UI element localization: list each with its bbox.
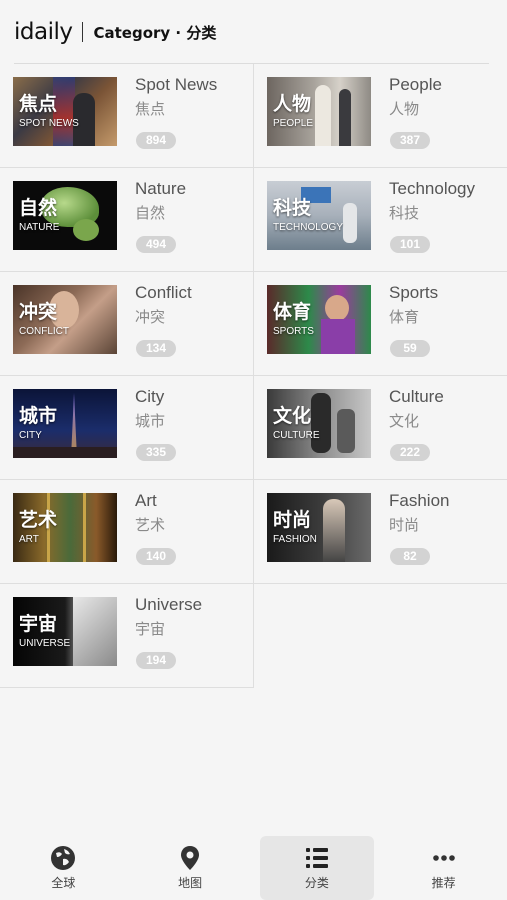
tab-label: 分类: [304, 876, 329, 890]
thumbnail-cn-label: 宇宙: [19, 613, 58, 635]
category-name-en: Fashion: [389, 491, 450, 510]
more-icon: [432, 855, 455, 861]
category-name-cn: 冲突: [135, 308, 166, 326]
category-thumbnail: 自然 NATURE: [13, 181, 117, 250]
thumbnail-en-label: SPOT NEWS: [19, 118, 79, 129]
category-name-cn: 艺术: [135, 516, 166, 534]
count-badge: 494: [136, 236, 176, 253]
count-badge: 59: [390, 340, 430, 357]
count-badge: 894: [136, 132, 176, 149]
category-city[interactable]: 城市 CITY City 城市 335: [0, 376, 254, 480]
count-badge: 140: [136, 548, 176, 565]
thumbnail-cn-label: 时尚: [273, 509, 312, 531]
category-name-cn: 城市: [135, 412, 166, 430]
category-thumbnail: 城市 CITY: [13, 389, 117, 458]
thumbnail-en-label: ART: [19, 534, 39, 545]
category-name-cn: 人物: [389, 100, 420, 118]
count-badge: 194: [136, 652, 176, 669]
count-badge: 82: [390, 548, 430, 565]
thumbnail-cn-label: 文化: [273, 405, 312, 427]
app-logo: idaily: [14, 19, 73, 45]
category-thumbnail: 科技 TECHNOLOGY: [267, 181, 371, 250]
category-art[interactable]: 艺术 ART Art 艺术 140: [0, 480, 254, 584]
category-thumbnail: 冲突 CONFLICT: [13, 285, 117, 354]
thumbnail-cn-label: 焦点: [19, 93, 58, 115]
category-thumbnail: 文化 CULTURE: [267, 389, 371, 458]
category-name-en: Art: [135, 491, 157, 510]
category-universe[interactable]: 宇宙 UNIVERSE Universe 宇宙 194: [0, 584, 254, 688]
tab-recommend[interactable]: 推荐: [387, 836, 501, 900]
count-badge: 222: [390, 444, 430, 461]
thumbnail-cn-label: 自然: [19, 197, 58, 219]
category-spot-news[interactable]: 焦点 SPOT NEWS Spot News 焦点 894: [0, 64, 254, 168]
thumbnail-cn-label: 艺术: [19, 509, 58, 531]
thumbnail-en-label: SPORTS: [273, 326, 314, 337]
list-icon: [305, 848, 328, 868]
category-name-cn: 文化: [389, 412, 420, 430]
category-name-cn: 焦点: [135, 100, 166, 118]
thumbnail-en-label: CONFLICT: [19, 326, 69, 337]
category-thumbnail: 时尚 FASHION: [267, 493, 371, 562]
category-thumbnail: 艺术 ART: [13, 493, 117, 562]
tab-label: 推荐: [431, 876, 456, 890]
count-badge: 101: [390, 236, 430, 253]
category-name-cn: 自然: [135, 204, 166, 222]
thumbnail-cn-label: 科技: [273, 197, 312, 219]
category-name-cn: 科技: [389, 204, 420, 222]
thumbnail-en-label: UNIVERSE: [19, 638, 71, 649]
category-conflict[interactable]: 冲突 CONFLICT Conflict 冲突 134: [0, 272, 254, 376]
map-pin-icon: [181, 846, 200, 870]
bottom-tab-bar: 全球 地图 分类 推荐: [0, 836, 507, 900]
category-fashion[interactable]: 时尚 FASHION Fashion 时尚 82: [254, 480, 507, 584]
thumbnail-en-label: PEOPLE: [273, 118, 314, 129]
tab-global[interactable]: 全球: [6, 836, 120, 900]
thumbnail-en-label: NATURE: [19, 222, 60, 233]
thumbnail-cn-label: 城市: [19, 405, 58, 427]
category-name-en: Nature: [135, 179, 187, 198]
category-culture[interactable]: 文化 CULTURE Culture 文化 222: [254, 376, 507, 480]
page-title: Category · 分类: [93, 23, 217, 42]
thumbnail-en-label: CITY: [19, 430, 42, 441]
category-sports[interactable]: 体育 SPORTS Sports 体育 59: [254, 272, 507, 376]
thumbnail-cn-label: 体育: [273, 301, 312, 323]
app-screen: idaily Category · 分类 焦点 SPOT NEWS Spot N…: [0, 0, 507, 900]
globe-icon: [51, 846, 76, 870]
category-name-cn: 时尚: [389, 516, 420, 534]
category-name-cn: 体育: [389, 308, 420, 326]
category-technology[interactable]: 科技 TECHNOLOGY Technology 科技 101: [254, 168, 507, 272]
thumbnail-en-label: TECHNOLOGY: [273, 222, 344, 233]
category-name-en: Universe: [135, 595, 203, 614]
count-badge: 335: [136, 444, 176, 461]
tab-label: 全球: [51, 876, 76, 890]
count-badge: 134: [136, 340, 176, 357]
count-badge: 387: [390, 132, 430, 149]
category-name-en: Sports: [389, 283, 439, 302]
tab-label: 地图: [178, 876, 203, 890]
thumbnail-en-label: CULTURE: [273, 430, 320, 441]
category-name-en: Spot News: [135, 75, 218, 94]
category-nature[interactable]: 自然 NATURE Nature 自然 494: [0, 168, 254, 272]
header-divider: [82, 22, 84, 42]
category-name-cn: 宇宙: [135, 620, 166, 638]
category-thumbnail: 人物 PEOPLE: [267, 77, 371, 146]
category-thumbnail: 体育 SPORTS: [267, 285, 371, 354]
thumbnail-en-label: FASHION: [273, 534, 317, 545]
category-name-en: Conflict: [135, 283, 192, 302]
category-thumbnail: 宇宙 UNIVERSE: [13, 597, 117, 666]
category-people[interactable]: 人物 PEOPLE People 人物 387: [254, 64, 507, 168]
category-thumbnail: 焦点 SPOT NEWS: [13, 77, 117, 146]
category-name-en: City: [135, 387, 165, 406]
thumbnail-cn-label: 冲突: [19, 301, 58, 323]
header: idaily Category · 分类: [0, 0, 507, 64]
category-name-en: Technology: [389, 179, 476, 198]
category-name-en: Culture: [389, 387, 444, 406]
tab-category[interactable]: 分类: [259, 836, 374, 900]
thumbnail-cn-label: 人物: [273, 93, 312, 115]
tab-map[interactable]: 地图: [133, 836, 247, 900]
category-name-en: People: [389, 75, 442, 94]
